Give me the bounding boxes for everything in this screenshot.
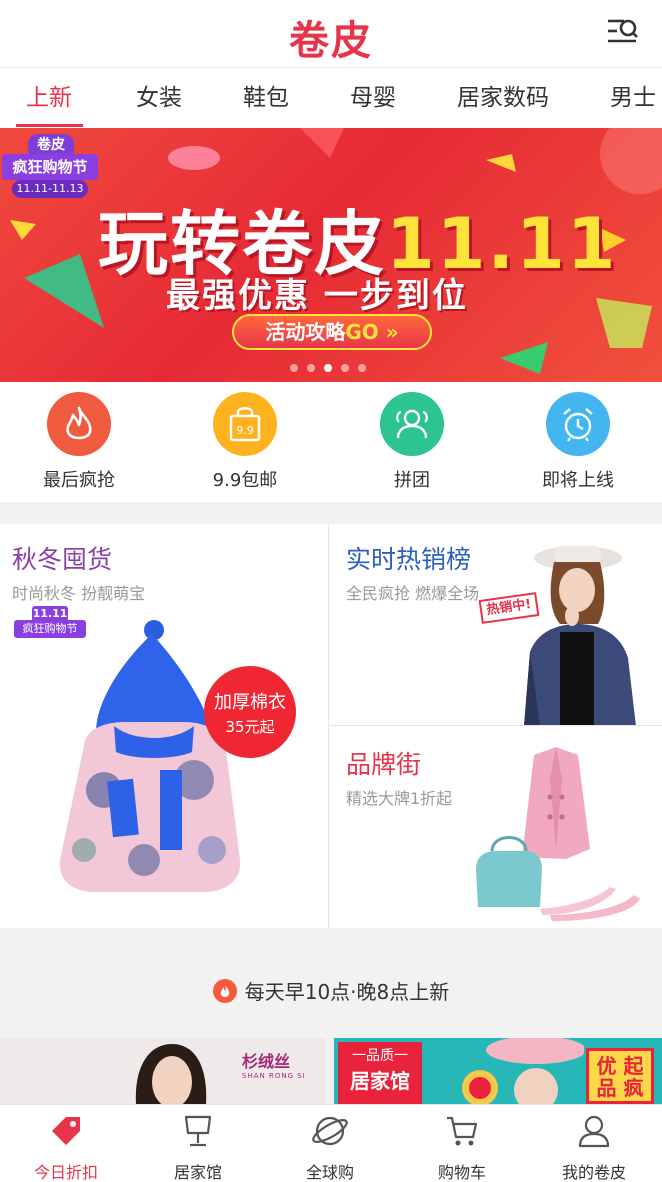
- quick-label: 最后疯抢: [43, 470, 115, 491]
- promo-title: 实时热销榜: [346, 545, 472, 574]
- tab-xiebao[interactable]: 鞋包: [243, 68, 289, 128]
- tab-jujia-shuma[interactable]: 居家数码: [457, 68, 549, 128]
- nav-global-buy[interactable]: 全球购: [264, 1105, 396, 1182]
- tab-shangxin[interactable]: 上新: [26, 68, 72, 128]
- badge-line1: 优 起: [596, 1054, 644, 1078]
- activity-guide-label: 活动攻略: [265, 320, 346, 344]
- active-tab-indicator: [16, 124, 83, 127]
- brand-logo-text: 杉绒丝: [242, 1052, 291, 1071]
- nav-label: 我的卷皮: [561, 1163, 626, 1182]
- price-tag-line2: 35元起: [225, 718, 275, 736]
- badge-date: 11.11-11.13: [12, 180, 88, 198]
- carousel-dot[interactable]: [358, 364, 366, 372]
- bag-9-9-icon: 9.9: [213, 392, 277, 456]
- nav-home-store[interactable]: 居家馆: [132, 1105, 264, 1182]
- promo-grid: 秋冬囤货 时尚秋冬 扮靓萌宝 11.11 疯狂购物节 加厚棉衣 35元起 实时热…: [0, 524, 662, 928]
- brand-logo-en: SHAN RONG SI: [242, 1072, 306, 1080]
- user-icon: [578, 1115, 610, 1148]
- price-tag: 加厚棉衣 35元起: [204, 666, 296, 758]
- bottom-nav: 今日折扣 居家馆 全球购 购物车 我的卷皮: [0, 1104, 662, 1182]
- model-portrait-image: [135, 1044, 207, 1104]
- app: 卷皮 上新 女装 鞋包 母婴 居家数码 男士 卷皮 疯狂购物节 11.11-11…: [0, 0, 662, 1182]
- quick-label: 9.9包邮: [212, 470, 278, 491]
- tag-icon: [52, 1117, 80, 1145]
- menu-search-icon[interactable]: [606, 16, 640, 48]
- carousel-dot[interactable]: [290, 364, 298, 372]
- lollipop-model-image: [462, 1038, 584, 1104]
- badge-festival: 疯狂购物节: [2, 154, 98, 180]
- home-store-label: 居家馆: [350, 1069, 410, 1093]
- carousel-dot-active[interactable]: [324, 364, 332, 372]
- promo-brand-street[interactable]: 品牌街 精选大牌1折起: [330, 727, 662, 928]
- planet-icon: [312, 1116, 348, 1146]
- banner-subtitle: 最强优惠 一步到位: [166, 276, 468, 316]
- app-logo: 卷皮: [289, 18, 373, 64]
- alarm-clock-icon: [546, 392, 610, 456]
- quick-entries: 最后疯抢 9.9 9.9包邮 拼团 即将上线: [0, 382, 662, 502]
- promo-autumn-winter[interactable]: 秋冬囤货 时尚秋冬 扮靓萌宝 11.11 疯狂购物节 加厚棉衣 35元起: [0, 524, 329, 928]
- quick-label: 拼团: [394, 470, 430, 491]
- lamp-icon: [184, 1115, 212, 1147]
- promo-title: 品牌街: [346, 750, 422, 779]
- group-icon: [380, 392, 444, 456]
- carousel-dot[interactable]: [341, 364, 349, 372]
- quick-last-rush[interactable]: 最后疯抢: [19, 392, 139, 492]
- nav-my-account[interactable]: 我的卷皮: [528, 1105, 660, 1182]
- fashion-items-image: [476, 747, 640, 921]
- quick-group-buy[interactable]: 拼团: [352, 392, 472, 492]
- kids-jacket-image: [59, 620, 241, 892]
- brand-logo: 杉绒丝 SHAN RONG SI: [242, 1048, 306, 1080]
- go-label: GO »: [345, 320, 399, 344]
- promo-subtitle: 全民疯抢 燃爆全场: [346, 584, 480, 603]
- nav-label: 全球购: [305, 1163, 354, 1182]
- category-tabs: 上新 女装 鞋包 母婴 居家数码 男士: [0, 68, 662, 128]
- nav-label: 居家馆: [173, 1163, 222, 1182]
- quick-coming-soon[interactable]: 即将上线: [518, 392, 638, 492]
- activity-guide-button[interactable]: 活动攻略GO »: [232, 314, 432, 350]
- optimal-badge: 优 起 品 疯: [586, 1048, 654, 1104]
- quality-label: 一品质一: [352, 1048, 408, 1064]
- tab-muying[interactable]: 母婴: [350, 68, 396, 128]
- tab-nvzhuang[interactable]: 女装: [136, 68, 182, 128]
- cart-icon: [447, 1116, 478, 1146]
- promo-title: 秋冬囤货: [12, 545, 113, 574]
- model-woman-image: [524, 546, 636, 725]
- notice-text: 每天早10点·晚8点上新: [244, 980, 450, 1004]
- carousel-dot[interactable]: [307, 364, 315, 372]
- flame-icon: [212, 978, 237, 1003]
- badge-brand: 卷皮: [28, 134, 74, 156]
- badge-line2: 品 疯: [596, 1076, 644, 1100]
- promo-subtitle: 精选大牌1折起: [346, 789, 453, 808]
- quality-home-label: 一品质一 居家馆: [338, 1042, 422, 1104]
- promo-hot-ranking[interactable]: 实时热销榜 全民疯抢 燃爆全场 热销中!: [330, 524, 662, 726]
- festival-badge: 卷皮 疯狂购物节 11.11-11.13: [2, 134, 98, 224]
- nav-label: 购物车: [437, 1163, 486, 1182]
- nav-label: 今日折扣: [33, 1163, 98, 1182]
- quick-9-9[interactable]: 9.9 9.9包邮: [185, 392, 305, 492]
- price-tag-line1: 加厚棉衣: [214, 692, 286, 713]
- promo-banner[interactable]: 卷皮 疯狂购物节 11.11-11.13 玩转卷皮11.11 最强优惠 一步到位…: [0, 128, 662, 382]
- tab-nanshi[interactable]: 男士: [610, 68, 656, 128]
- preview-home-store-card[interactable]: 一品质一 居家馆 优 起 品 疯: [334, 1038, 662, 1104]
- nav-cart[interactable]: 购物车: [396, 1105, 528, 1182]
- bag-9-9-icon-text: 9.9: [236, 424, 254, 437]
- promo-subtitle: 时尚秋冬 扮靓萌宝: [12, 584, 146, 603]
- carousel-dots: [290, 364, 366, 372]
- flame-icon: [47, 392, 111, 456]
- quick-label: 即将上线: [542, 470, 614, 491]
- header: 卷皮: [0, 0, 662, 68]
- new-arrival-notice: 每天早10点·晚8点上新: [0, 950, 662, 1030]
- nav-today-discount[interactable]: 今日折扣: [0, 1105, 132, 1182]
- preview-brand-card[interactable]: 杉绒丝 SHAN RONG SI: [0, 1038, 325, 1104]
